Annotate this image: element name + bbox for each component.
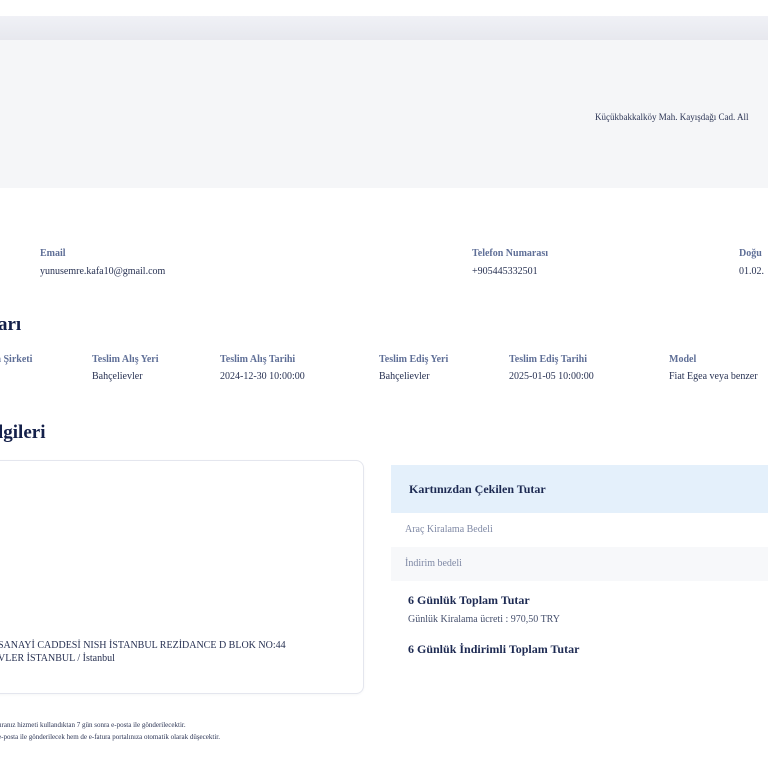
rental-company-label: a Şirketi [0,354,33,365]
footnote-line2: e-posta ile gönderilecek hem de e-fatura… [0,733,220,741]
billing-address-line2: VLER İSTANBUL / İstanbul [0,653,115,664]
phone-value: +905445332501 [472,266,538,277]
payment-summary-card: Kartınızdan Çekilen Tutar Araç Kiralama … [391,465,768,695]
model-label: Model [669,354,697,365]
discount-label: İndirim bedeli [405,558,462,569]
payment-section-title: lgileri [0,422,46,443]
payment-summary-header: Kartınızdan Çekilen Tutar [391,465,768,513]
birth-date-label: Doğu [739,248,762,259]
browser-toolbar-band [0,16,768,41]
discounted-total-title: 6 Günlük İndirimli Toplam Tutar [408,642,580,656]
pickup-location-label: Teslim Alış Yeri [92,354,159,365]
payment-summary-title: Kartınızdan Çekilen Tutar [409,482,546,496]
email-value: yunusemre.kafa10@gmail.com [40,266,166,277]
return-location-value: Bahçelievler [379,371,430,382]
top-strip [0,0,768,16]
footnote-line1: uranız hizmeti kullandıktan 7 gün sonra … [0,721,186,729]
total-amount-title: 6 Günlük Toplam Tutar [408,593,530,607]
birth-date-value: 01.02. [739,266,764,277]
company-address: Küçükbakkalköy Mah. Kayışdağı Cad. All [595,112,749,122]
pickup-date-value: 2024-12-30 10:00:00 [220,371,305,382]
phone-label: Telefon Numarası [472,248,549,259]
return-date-value: 2025-01-05 10:00:00 [509,371,594,382]
return-date-label: Teslim Ediş Tarihi [509,354,587,365]
billing-address-line1: SANAYİ CADDESİ NISH İSTANBUL REZİDANCE D… [0,640,286,651]
model-value: Fiat Egea veya benzer [669,371,758,382]
daily-rate-text: Günlük Kiralama ücreti : 970,50 TRY [408,614,561,625]
rental-fee-row: Araç Kiralama Bedeli [391,513,768,547]
return-location-label: Teslim Ediş Yeri [379,354,449,365]
discount-row: İndirim bedeli [391,547,768,581]
rental-fee-label: Araç Kiralama Bedeli [405,524,493,535]
pickup-location-value: Bahçelievler [92,371,143,382]
email-label: Email [40,248,66,259]
pickup-date-label: Teslim Alış Tarihi [220,354,296,365]
rental-section-title: arı [0,314,22,335]
